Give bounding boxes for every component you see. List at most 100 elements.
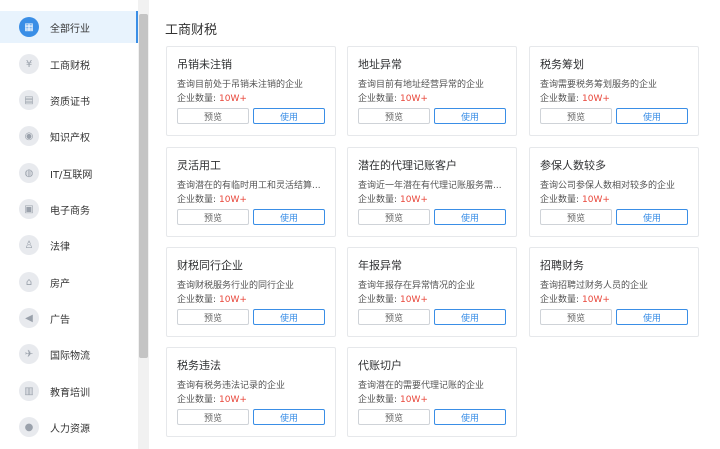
sidebar-item-3[interactable]: ▤ 资质证书	[0, 84, 138, 116]
template-card: 地址异常 查询目前有地址经营异常的企业 企业数量: 10W+ 预览 使用	[347, 46, 517, 136]
template-card: 招聘财务 查询招聘过财务人员的企业 企业数量: 10W+ 预览 使用	[529, 247, 699, 337]
count-value: 10W+	[400, 94, 428, 104]
preview-button[interactable]: 预览	[177, 309, 249, 325]
sidebar-item-12[interactable]: ● 人力资源	[0, 411, 138, 443]
count-value: 10W+	[219, 395, 247, 405]
card-count: 企业数量: 10W+	[177, 292, 247, 305]
card-description: 查询年报存在异常情况的企业	[358, 281, 476, 291]
sidebar-item-6[interactable]: ▣ 电子商务	[0, 193, 138, 225]
sidebar-item-5[interactable]: ◍ IT/互联网	[0, 157, 138, 189]
count-label: 企业数量:	[358, 295, 398, 305]
preview-button[interactable]: 预览	[358, 309, 430, 325]
count-value: 10W+	[219, 195, 247, 205]
use-button[interactable]: 使用	[253, 209, 325, 225]
use-button[interactable]: 使用	[616, 108, 688, 124]
card-count: 企业数量: 10W+	[540, 192, 610, 205]
count-value: 10W+	[582, 195, 610, 205]
sidebar-item-label: 广告	[50, 314, 70, 326]
card-count: 企业数量: 10W+	[358, 292, 428, 305]
card-title: 税务违法	[177, 359, 221, 372]
card-description: 查询有税务违法记录的企业	[177, 381, 286, 391]
use-button[interactable]: 使用	[253, 108, 325, 124]
preview-button[interactable]: 预览	[358, 409, 430, 425]
preview-button[interactable]: 预览	[540, 108, 612, 124]
card-description: 查询财税服务行业的同行企业	[177, 281, 295, 291]
card-title: 灵活用工	[177, 159, 221, 172]
card-description: 查询目前处于吊销未注销的企业	[177, 80, 304, 90]
template-card: 税务筹划查询需要税务筹划服务的企业 企业数量: 10W+ 预览 使用	[529, 46, 699, 136]
count-label: 企业数量:	[358, 195, 398, 205]
sidebar-item-10[interactable]: ✈ 国际物流	[0, 338, 138, 370]
card-description: 查询潜在的需要代理记账的企业	[358, 381, 485, 391]
sidebar-item-label: 电子商务	[50, 205, 90, 217]
sidebar-item-7[interactable]: ♙ 法律	[0, 229, 138, 261]
person-icon: ●	[19, 417, 39, 437]
category-sidebar: ▦ 全部行业 ¥ 工商财税 ▤ 资质证书 ◉ 知识产权 ◍ IT/互联网 ▣ 电子商务 ♙ 法律 ⌂ 房产 ◀ 广…	[0, 0, 138, 449]
card-title: 税务筹划	[540, 58, 584, 71]
preview-button[interactable]: 预览	[177, 108, 249, 124]
card-description: 查询潜在的有临时用工和灵活结算...	[177, 181, 321, 191]
card-title: 潜在的代理记账客户	[358, 159, 457, 172]
template-card: 潜在的代理记账客户 查询近一年潜在有代理记账服务需... 企业数量: 10W+ 预览 使用	[347, 147, 517, 237]
sidebar-item-9[interactable]: ◀ 广告	[0, 302, 138, 334]
sidebar-scrollbar-thumb[interactable]	[139, 14, 148, 358]
template-card: 税务违法 查询有税务违法记录的企业 企业数量: 10W+ 预览 使用	[166, 347, 336, 437]
card-description: 查询需要税务筹划服务的企业	[540, 80, 658, 90]
use-button[interactable]: 使用	[616, 309, 688, 325]
book-icon: ▥	[19, 381, 39, 401]
use-button[interactable]: 使用	[253, 409, 325, 425]
card-title: 财税同行企业	[177, 259, 243, 272]
card-description: 查询招聘过财务人员的企业	[540, 281, 649, 291]
sidebar-item-label: 资质证书	[50, 96, 90, 108]
sidebar-item-label: 国际物流	[50, 350, 90, 362]
template-card: 年报异常 查询年报存在异常情况的企业 企业数量: 10W+ 预览 使用	[347, 247, 517, 337]
use-button[interactable]: 使用	[434, 409, 506, 425]
sidebar-item-11[interactable]: ▥ 教育培训	[0, 375, 138, 407]
use-button[interactable]: 使用	[434, 209, 506, 225]
sidebar-item-label: 知识产权	[50, 132, 90, 144]
sidebar-item-2[interactable]: ¥ 工商财税	[0, 48, 138, 80]
count-value: 10W+	[582, 94, 610, 104]
globe-icon: ◍	[19, 163, 39, 183]
plane-icon: ✈	[19, 344, 39, 364]
preview-button[interactable]: 预览	[358, 209, 430, 225]
app-root: ▦ 全部行业 ¥ 工商财税 ▤ 资质证书 ◉ 知识产权 ◍ IT/互联网 ▣ 电子商务 ♙ 法律 ⌂ 房产 ◀ 广…	[0, 0, 720, 449]
card-description: 查询近一年潜在有代理记账服务需...	[358, 181, 502, 191]
preview-button[interactable]: 预览	[177, 209, 249, 225]
sidebar-item-4[interactable]: ◉ 知识产权	[0, 120, 138, 152]
sidebar-item-label: 工商财税	[50, 60, 90, 72]
card-count: 企业数量: 10W+	[358, 91, 428, 104]
count-label: 企业数量:	[358, 395, 398, 405]
preview-button[interactable]: 预览	[540, 309, 612, 325]
count-value: 10W+	[219, 94, 247, 104]
yen-icon: ¥	[19, 54, 39, 74]
template-card: 财税同行企业查询财税服务行业的同行企业 企业数量: 10W+ 预览 使用	[166, 247, 336, 337]
card-title: 招聘财务	[540, 259, 584, 272]
template-card: 参保人数较多 查询公司参保人数相对较多的企业 企业数量: 10W+ 预览 使用	[529, 147, 699, 237]
lightbulb-icon: ◉	[19, 126, 39, 146]
use-button[interactable]: 使用	[434, 108, 506, 124]
preview-button[interactable]: 预览	[540, 209, 612, 225]
sidebar-item-8[interactable]: ⌂ 房产	[0, 266, 138, 298]
card-title: 参保人数较多	[540, 159, 606, 172]
certificate-icon: ▤	[19, 90, 39, 110]
page-title: 工商财税	[165, 23, 218, 38]
count-value: 10W+	[400, 195, 428, 205]
count-value: 10W+	[400, 295, 428, 305]
gavel-icon: ♙	[19, 235, 39, 255]
card-count: 企业数量: 10W+	[540, 91, 610, 104]
preview-button[interactable]: 预览	[358, 108, 430, 124]
card-count: 企业数量: 10W+	[358, 392, 428, 405]
count-label: 企业数量:	[177, 295, 217, 305]
megaphone-icon: ◀	[19, 308, 39, 328]
count-label: 企业数量:	[540, 295, 580, 305]
card-count: 企业数量: 10W+	[177, 192, 247, 205]
preview-button[interactable]: 预览	[177, 409, 249, 425]
sidebar-item-label: 人力资源	[50, 423, 90, 435]
use-button[interactable]: 使用	[616, 209, 688, 225]
use-button[interactable]: 使用	[434, 309, 506, 325]
use-button[interactable]: 使用	[253, 309, 325, 325]
card-count: 企业数量: 10W+	[358, 192, 428, 205]
sidebar-item-1[interactable]: ▦ 全部行业	[0, 11, 138, 43]
card-count: 企业数量: 10W+	[177, 91, 247, 104]
